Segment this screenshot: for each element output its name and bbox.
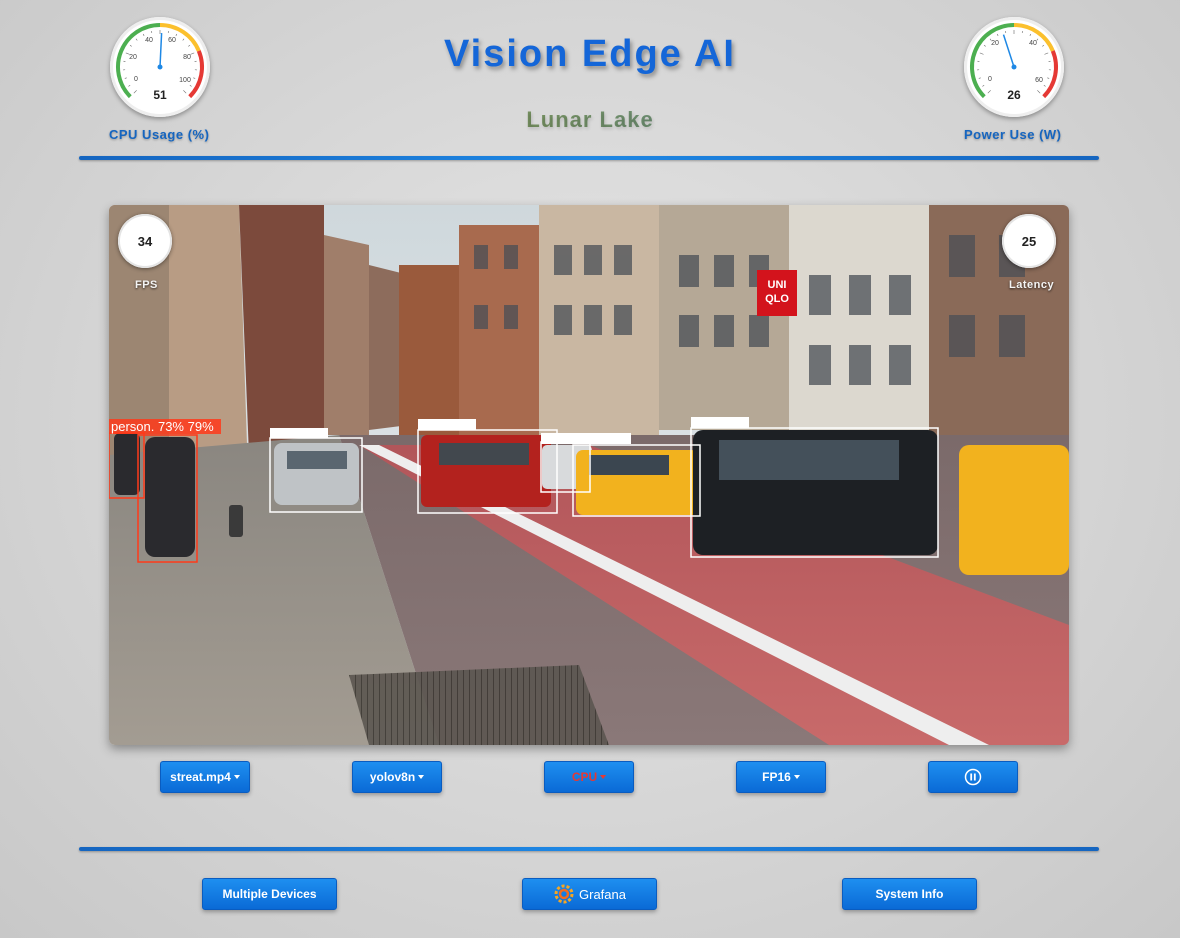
- precision-dropdown-button[interactable]: FP16: [736, 761, 826, 793]
- system-info-label: System Info: [875, 887, 944, 901]
- model-dropdown-button[interactable]: yolov8n: [352, 761, 442, 793]
- source-dropdown-label: streat.mp4: [170, 770, 231, 784]
- gauge-tick: [1037, 90, 1041, 94]
- fps-counter: 34: [118, 214, 172, 268]
- model-dropdown-label: yolov8n: [369, 770, 416, 784]
- power-value: 26: [1007, 88, 1021, 102]
- cpu-value: 51: [153, 88, 167, 102]
- gauge-tick: [193, 77, 196, 79]
- fps-label: FPS: [135, 279, 158, 291]
- gauge-tick: [982, 85, 985, 87]
- gauge-tick: [133, 90, 137, 94]
- gauge-tick: [978, 77, 981, 79]
- precision-dropdown-label: FP16: [762, 770, 791, 784]
- latency-label: Latency: [1009, 279, 1055, 291]
- gauge-tick: [124, 77, 127, 79]
- latency-value: 25: [1021, 233, 1037, 249]
- multiple-devices-button[interactable]: Multiple Devices: [202, 878, 337, 910]
- device-dropdown-label: CPU: [571, 770, 598, 784]
- street-scene: UNI QLO person. 73% 79%: [109, 205, 1069, 745]
- power-tick-label: 0: [988, 76, 992, 83]
- system-info-button[interactable]: System Info: [842, 878, 977, 910]
- grafana-logo-icon: [554, 884, 574, 904]
- gauge-tick: [1043, 85, 1046, 87]
- grafana-button[interactable]: Grafana: [522, 878, 657, 910]
- device-dropdown-button[interactable]: CPU: [544, 761, 634, 793]
- gauge-tick: [987, 90, 991, 94]
- chevron-down-icon: [600, 775, 607, 779]
- latency-counter: 25: [1002, 214, 1056, 268]
- page-title: Vision Edge AI: [444, 33, 736, 75]
- gauge-tick: [183, 90, 187, 94]
- page-subtitle: Lunar Lake: [0, 107, 1180, 133]
- video-stream: UNI QLO person. 73% 79%: [109, 205, 1069, 745]
- chevron-down-icon: [793, 775, 800, 779]
- gauge-tick: [189, 85, 192, 87]
- cpu-tick-label: 100: [179, 77, 191, 84]
- top-divider: [79, 156, 1099, 160]
- grafana-label: Grafana: [579, 886, 626, 902]
- power-tick-label: 60: [1035, 77, 1043, 84]
- multiple-devices-label: Multiple Devices: [222, 887, 317, 901]
- gauge-tick: [1047, 77, 1050, 79]
- person-detection-label: person. 73% 79%: [111, 419, 214, 434]
- chevron-down-icon: [233, 775, 240, 779]
- play-pause-button[interactable]: [928, 761, 1018, 793]
- pause-icon: [964, 768, 982, 786]
- cpu-tick-label: 0: [134, 76, 138, 83]
- bottom-divider: [79, 847, 1099, 851]
- gauge-tick: [128, 85, 131, 87]
- source-dropdown-button[interactable]: streat.mp4: [160, 761, 250, 793]
- chevron-down-icon: [418, 775, 425, 779]
- fps-value: 34: [137, 233, 153, 249]
